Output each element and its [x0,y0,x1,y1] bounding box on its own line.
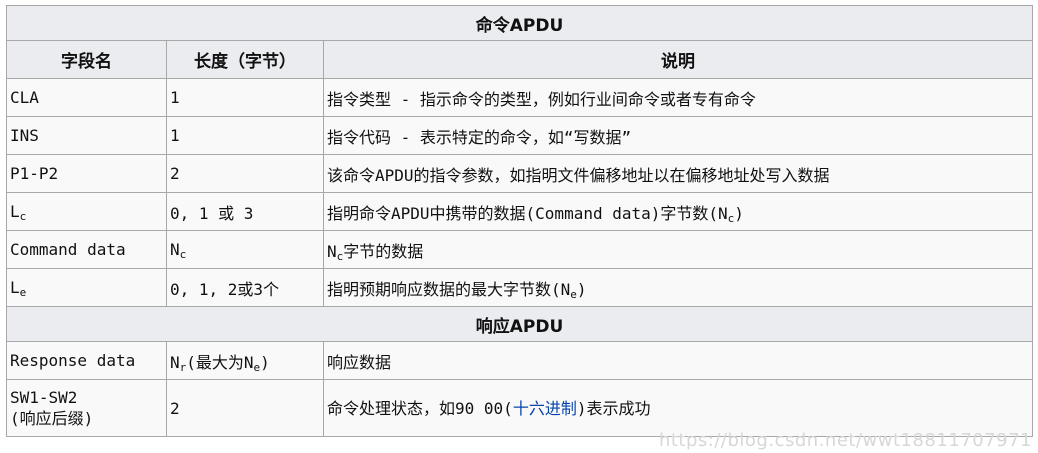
description-cell: 指令类型 - 指示命令的类型，例如行业间命令或者专有命令 [323,78,1033,117]
description-cell: 指令代码 - 表示特定的命令，如“写数据” [323,116,1033,155]
length-cell: 0, 1 或 3 [166,192,324,231]
header-description: 说明 [323,40,1033,79]
length-cell: 2 [166,379,324,437]
field-cell: P1-P2 [6,154,167,193]
description-cell: 该命令APDU的指令参数，如指明文件偏移地址以在偏移地址处写入数据 [323,154,1033,193]
length-part: ) [260,352,270,372]
field-line-2: (响应后缀) [10,409,94,428]
description-cell: 指明命令APDU中携带的数据(Command data)字节数(Nc) [323,192,1033,231]
length-cell: Nc [166,230,324,269]
field-cell: INS [6,116,167,155]
field-cell: Command data [6,230,167,269]
length-cell: Nr(最大为Ne) [166,341,324,380]
length-subscript: c [179,248,187,261]
desc-main: N [327,241,337,261]
response-apdu-section-row: 响应APDU [6,306,1033,342]
apdu-table: 命令APDU 字段名 长度（字节） 说明 CLA 1 指令类型 - 指示命令的类… [6,5,1033,437]
watermark: https://blog.csdn.net/wwt18811707971 [658,430,1032,451]
table-row: Command data Nc Nc字节的数据 [6,230,1033,269]
table-row: INS 1 指令代码 - 表示特定的命令，如“写数据” [6,116,1033,155]
desc-subscript: e [570,287,577,301]
field-cell: Lc [6,192,167,231]
field-main: L [10,278,20,297]
field-main: L [10,202,20,221]
field-subscript: c [19,210,27,223]
length-cell: 1 [166,116,324,155]
field-cell: Le [6,268,167,307]
hexadecimal-link[interactable]: 十六进制 [513,399,577,418]
header-row: 字段名 长度（字节） 说明 [6,40,1033,79]
table-row: Response data Nr(最大为Ne) 响应数据 [6,341,1033,380]
desc-part: 指明预期响应数据的最大字节数(N [327,279,571,299]
description-cell: 响应数据 [323,341,1033,380]
table-row: Le 0, 1, 2或3个 指明预期响应数据的最大字节数(Ne) [6,268,1033,307]
header-field-name: 字段名 [6,40,167,79]
response-apdu-title: 响应APDU [6,306,1033,342]
command-apdu-title: 命令APDU [6,5,1033,41]
apdu-table-container: 命令APDU 字段名 长度（字节） 说明 CLA 1 指令类型 - 指示命令的类… [6,5,1033,437]
length-main: N [170,240,180,259]
length-cell: 0, 1, 2或3个 [166,268,324,307]
desc-part: 命令处理状态，如90 00( [327,398,513,418]
description-cell: Nc字节的数据 [323,230,1033,269]
desc-tail: 字节的数据 [343,241,424,261]
field-cell: CLA [6,78,167,117]
length-cell: 1 [166,78,324,117]
field-line-1: SW1-SW2 [10,388,78,407]
desc-part: ) [734,203,744,223]
length-part: (最大为N [186,352,254,372]
table-row: SW1-SW2 (响应后缀) 2 命令处理状态，如90 00(十六进制)表示成功 [6,379,1033,437]
table-row: Lc 0, 1 或 3 指明命令APDU中携带的数据(Command data)… [6,192,1033,231]
desc-part: )表示成功 [576,398,651,418]
field-subscript: e [19,286,27,299]
description-cell: 命令处理状态，如90 00(十六进制)表示成功 [323,379,1033,437]
field-cell: SW1-SW2 (响应后缀) [6,379,167,437]
table-row: P1-P2 2 该命令APDU的指令参数，如指明文件偏移地址以在偏移地址处写入数… [6,154,1033,193]
header-length: 长度（字节） [166,40,324,79]
table-row: CLA 1 指令类型 - 指示命令的类型，例如行业间命令或者专有命令 [6,78,1033,117]
length-cell: 2 [166,154,324,193]
length-part: N [170,352,180,372]
field-cell: Response data [6,341,167,380]
desc-part: ) [576,279,587,299]
command-apdu-section-row: 命令APDU [6,5,1033,41]
desc-part: 指明命令APDU中携带的数据(Command data)字节数(N [327,203,728,223]
description-cell: 指明预期响应数据的最大字节数(Ne) [323,268,1033,307]
